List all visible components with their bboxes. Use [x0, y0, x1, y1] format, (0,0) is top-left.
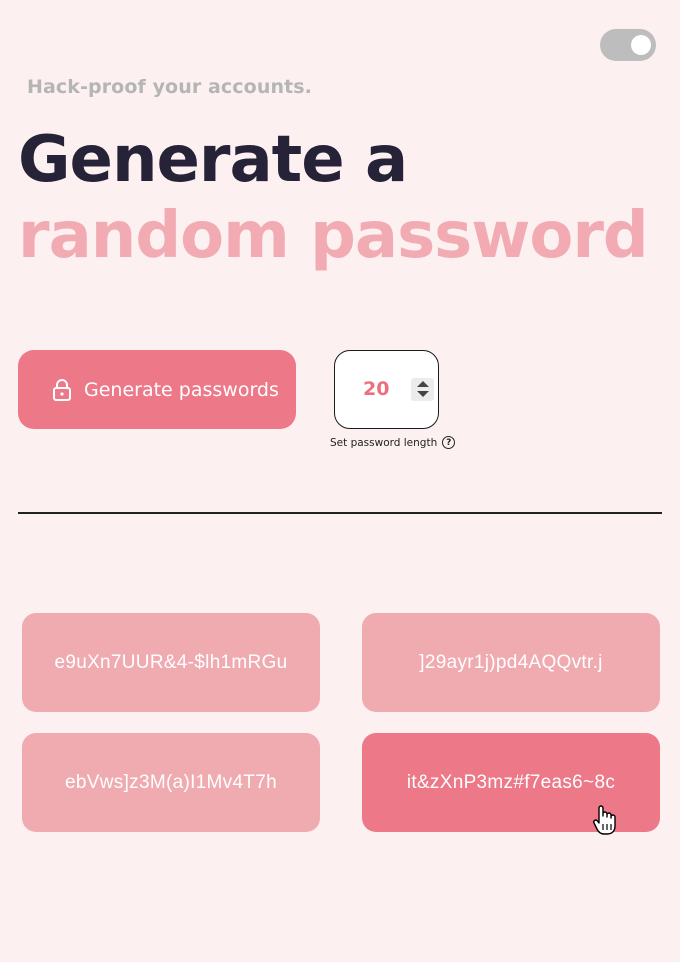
length-caption-text: Set password length — [330, 436, 438, 449]
password-card[interactable]: ]29ayr1j)pd4AQQvtr.j — [362, 613, 660, 712]
page-title: Generate a random password — [18, 122, 649, 274]
stepper-down-icon[interactable] — [417, 391, 429, 397]
length-stepper[interactable] — [411, 378, 434, 401]
password-card[interactable]: ebVws]z3M(a)I1Mv4T7h — [22, 733, 320, 832]
tagline: Hack-proof your accounts. — [27, 76, 312, 98]
length-caption: Set password length ? — [330, 436, 456, 449]
generate-button-label: Generate passwords — [84, 378, 279, 401]
lock-icon — [53, 378, 71, 401]
password-card[interactable]: e9uXn7UUR&4-$lh1mRGu — [22, 613, 320, 712]
divider — [18, 512, 662, 514]
headline-line-1: Generate a — [18, 123, 408, 197]
stepper-up-icon[interactable] — [417, 381, 429, 387]
password-length-value[interactable]: 20 — [363, 378, 389, 400]
password-length-input[interactable]: 20 — [334, 350, 439, 429]
generate-passwords-button[interactable]: Generate passwords — [18, 350, 296, 429]
help-icon[interactable]: ? — [442, 436, 456, 449]
hand-pointer-icon — [593, 805, 616, 835]
theme-toggle[interactable] — [600, 29, 656, 61]
toggle-knob — [631, 35, 651, 55]
headline-line-2: random password — [18, 199, 649, 273]
